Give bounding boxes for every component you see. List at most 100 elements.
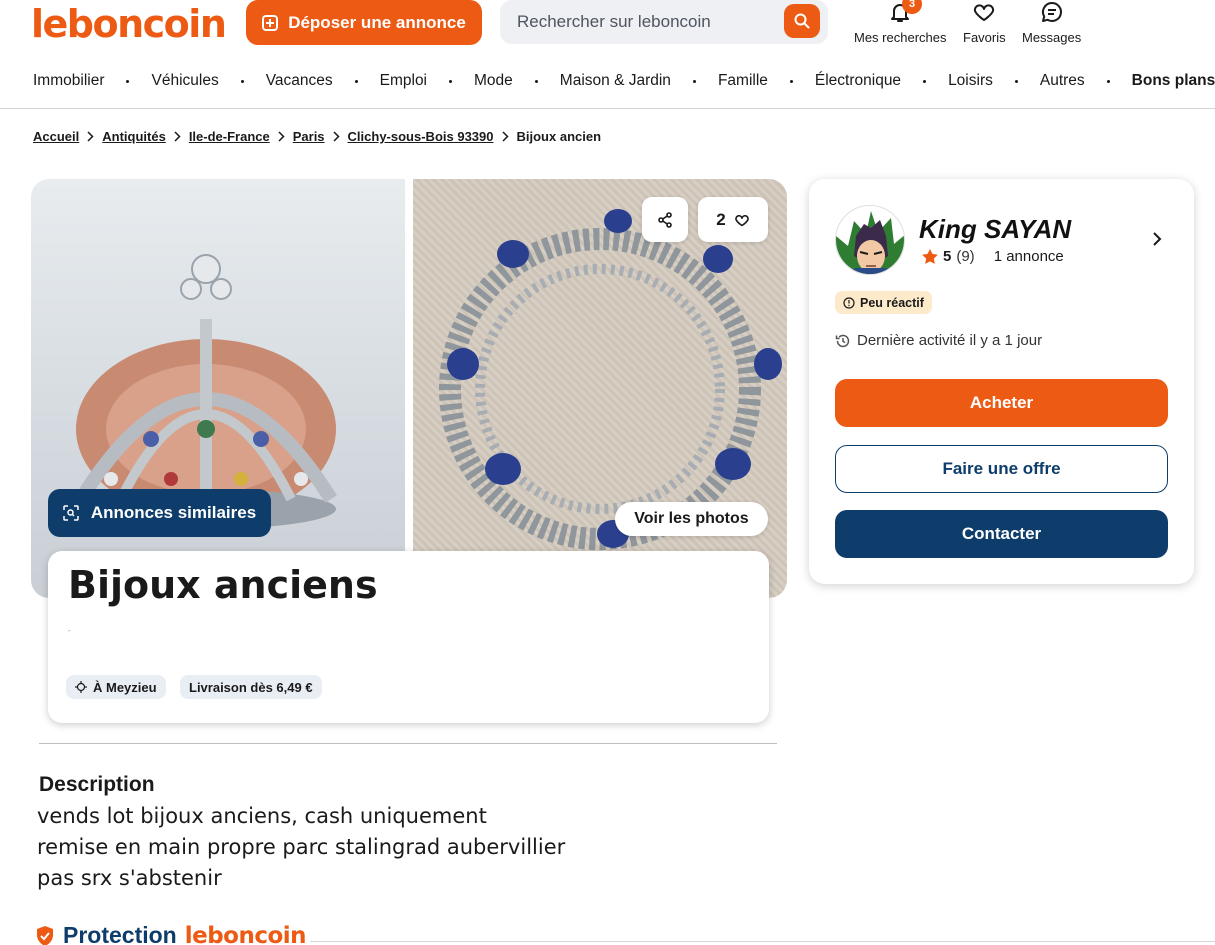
rating-count: (9) bbox=[956, 248, 975, 265]
plus-square-icon bbox=[262, 14, 279, 31]
separator-dot bbox=[692, 79, 696, 83]
chevron-right-icon bbox=[333, 131, 340, 142]
clock-history-icon bbox=[835, 334, 850, 347]
separator-dot bbox=[240, 79, 244, 83]
breadcrumb-accueil[interactable]: Accueil bbox=[33, 129, 79, 144]
listing-title: Bijoux anciens bbox=[68, 563, 378, 607]
search-input[interactable] bbox=[517, 8, 777, 36]
breadcrumb: Accueil Antiquités Ile-de-France Paris C… bbox=[33, 129, 601, 144]
last-activity: Dernière activité il y a 1 jour bbox=[835, 332, 1042, 349]
favorites-label: Favoris bbox=[963, 30, 1006, 45]
category-vehicules[interactable]: Véhicules bbox=[151, 72, 218, 90]
location-chip[interactable]: À Meyzieu bbox=[66, 675, 166, 699]
responsiveness-badge: Peu réactif bbox=[835, 291, 932, 314]
location-target-icon bbox=[75, 681, 87, 693]
shield-check-icon bbox=[37, 925, 53, 945]
buy-label: Acheter bbox=[969, 393, 1034, 412]
category-mode[interactable]: Mode bbox=[474, 72, 513, 90]
favorite-button[interactable]: 2 bbox=[698, 197, 768, 242]
protection-banner: Protection leboncoin bbox=[35, 922, 307, 945]
delivery-chip: Livraison dès 6,49 € bbox=[180, 675, 322, 699]
chevron-right-icon bbox=[278, 131, 285, 142]
chevron-right-icon[interactable] bbox=[1152, 231, 1162, 247]
description-line: vends lot bijoux anciens, cash uniquemen… bbox=[37, 804, 487, 828]
contact-button[interactable]: Contacter bbox=[835, 510, 1168, 558]
breadcrumb-ile-de-france[interactable]: Ile-de-France bbox=[189, 129, 270, 144]
similar-ads-button[interactable]: Annonces similaires bbox=[48, 489, 271, 537]
searches-badge: 3 bbox=[902, 0, 922, 14]
description-line: pas srx s'abstenir bbox=[37, 866, 222, 890]
avatar-image bbox=[836, 206, 904, 274]
description-heading: Description bbox=[39, 773, 155, 796]
messages-link[interactable]: Messages bbox=[1022, 0, 1081, 45]
category-electronique[interactable]: Électronique bbox=[815, 72, 901, 90]
seller-card: King SAYAN 5 (9) 1 annonce Peu réactif D… bbox=[809, 179, 1194, 584]
separator-dot bbox=[1014, 79, 1018, 83]
listing-mark: ´ bbox=[68, 629, 71, 639]
deposit-ad-button[interactable]: Déposer une annonce bbox=[246, 0, 482, 45]
delivery-label: Livraison dès 6,49 € bbox=[189, 679, 313, 695]
star-icon bbox=[922, 249, 938, 264]
separator-dot bbox=[789, 79, 793, 83]
responsiveness-label: Peu réactif bbox=[860, 295, 924, 310]
deposit-ad-label: Déposer une annonce bbox=[288, 12, 466, 32]
category-autres[interactable]: Autres bbox=[1040, 72, 1085, 90]
my-searches-label: Mes recherches bbox=[854, 30, 947, 45]
category-vacances[interactable]: Vacances bbox=[266, 72, 333, 90]
view-photos-label: Voir les photos bbox=[634, 510, 749, 527]
messages-label: Messages bbox=[1022, 30, 1082, 45]
seller-rating[interactable]: 5 (9) 1 annonce bbox=[922, 248, 1064, 265]
buy-button[interactable]: Acheter bbox=[835, 379, 1168, 427]
category-loisirs[interactable]: Loisirs bbox=[948, 72, 993, 90]
protection-brand: leboncoin bbox=[184, 922, 307, 945]
share-icon bbox=[658, 211, 672, 228]
separator-dot bbox=[923, 79, 927, 83]
chevron-right-icon bbox=[87, 131, 94, 142]
share-button[interactable] bbox=[642, 197, 688, 242]
separator-dot bbox=[126, 79, 130, 83]
view-photos-button[interactable]: Voir les photos bbox=[615, 502, 768, 536]
message-bubble-icon bbox=[1041, 2, 1062, 22]
leboncoin-logo[interactable]: leboncoin bbox=[31, 2, 227, 46]
contact-label: Contacter bbox=[961, 524, 1042, 543]
protection-label: Protection bbox=[63, 922, 177, 945]
make-offer-button[interactable]: Faire une offre bbox=[835, 445, 1168, 493]
search-button[interactable] bbox=[784, 4, 820, 38]
favorites-link[interactable]: Favoris bbox=[963, 0, 1006, 45]
heart-icon bbox=[734, 214, 749, 227]
seller-ads-count: 1 annonce bbox=[993, 248, 1064, 265]
site-header: leboncoin Déposer une annonce 3 Mes rech… bbox=[0, 0, 1215, 109]
separator-dot bbox=[1106, 79, 1110, 83]
separator-dot bbox=[534, 79, 538, 83]
heart-icon bbox=[974, 4, 995, 21]
breadcrumb-current: Bijoux ancien bbox=[516, 129, 602, 144]
category-nav: Immobilier Véhicules Vacances Emploi Mod… bbox=[33, 71, 1215, 91]
similar-ads-label: Annonces similaires bbox=[90, 503, 257, 522]
favorites-count: 2 bbox=[716, 209, 726, 229]
seller-name[interactable]: King SAYAN bbox=[919, 214, 1071, 245]
separator-dot bbox=[449, 79, 453, 83]
category-bons-plans[interactable]: Bons plans ! bbox=[1132, 72, 1215, 90]
category-emploi[interactable]: Emploi bbox=[380, 72, 427, 90]
section-divider bbox=[39, 743, 777, 744]
location-label: À Meyzieu bbox=[93, 679, 157, 695]
bottom-divider bbox=[310, 941, 1215, 942]
category-maison-jardin[interactable]: Maison & Jardin bbox=[560, 72, 671, 90]
category-immobilier[interactable]: Immobilier bbox=[33, 72, 104, 90]
my-searches-link[interactable]: 3 Mes recherches bbox=[854, 0, 946, 45]
chevron-right-icon bbox=[174, 131, 181, 142]
seller-avatar[interactable] bbox=[835, 205, 905, 275]
listing-title-card: Bijoux anciens ´ À Meyzieu Livraison dès… bbox=[48, 551, 769, 723]
category-famille[interactable]: Famille bbox=[718, 72, 768, 90]
scan-search-icon bbox=[63, 505, 79, 521]
alert-circle-icon bbox=[843, 296, 855, 309]
rating-score: 5 bbox=[943, 248, 952, 265]
search-bar bbox=[500, 0, 828, 44]
last-activity-label: Dernière activité il y a 1 jour bbox=[857, 332, 1043, 349]
description-line: remise en main propre parc stalingrad au… bbox=[37, 835, 566, 859]
breadcrumb-antiquites[interactable]: Antiquités bbox=[102, 129, 166, 144]
separator-dot bbox=[354, 79, 358, 83]
breadcrumb-clichy[interactable]: Clichy-sous-Bois 93390 bbox=[348, 129, 494, 144]
make-offer-label: Faire une offre bbox=[942, 459, 1061, 478]
breadcrumb-paris[interactable]: Paris bbox=[293, 129, 325, 144]
